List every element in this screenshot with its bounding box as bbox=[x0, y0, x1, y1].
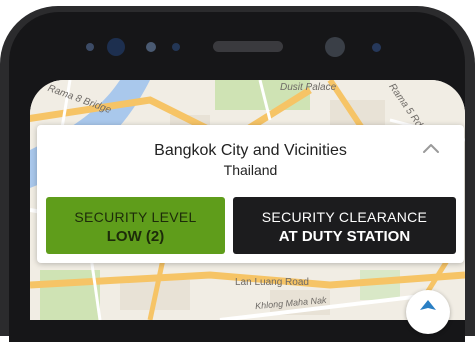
security-level-value: LOW (2) bbox=[106, 228, 165, 245]
country-name: Thailand bbox=[223, 162, 278, 178]
front-camera-icon bbox=[107, 38, 125, 56]
camera-icon bbox=[86, 43, 94, 51]
location-card: Bangkok City and Vicinities Thailand SEC… bbox=[37, 125, 464, 263]
navigation-arrow-icon bbox=[420, 300, 436, 310]
map-label-dusit-palace: Dusit Palace bbox=[280, 82, 337, 93]
security-level-button[interactable]: SECURITY LEVEL LOW (2) bbox=[46, 197, 225, 254]
security-clearance-title: SECURITY CLEARANCE bbox=[261, 209, 428, 225]
ambient-sensor-icon bbox=[172, 43, 180, 51]
proximity-sensor-icon bbox=[146, 42, 156, 52]
map-label-lan-luang-road: Lan Luang Road bbox=[235, 277, 309, 288]
location-button[interactable] bbox=[406, 290, 450, 334]
chevron-up-icon[interactable] bbox=[419, 137, 443, 161]
earpiece-speaker bbox=[213, 41, 283, 52]
secondary-camera-icon bbox=[325, 37, 345, 57]
city-name: Bangkok City and Vicinities bbox=[154, 142, 347, 159]
security-clearance-button[interactable]: SECURITY CLEARANCE AT DUTY STATION bbox=[233, 197, 456, 254]
security-level-title: SECURITY LEVEL bbox=[74, 209, 197, 225]
security-clearance-value: AT DUTY STATION bbox=[278, 228, 411, 245]
flash-icon bbox=[372, 43, 381, 52]
